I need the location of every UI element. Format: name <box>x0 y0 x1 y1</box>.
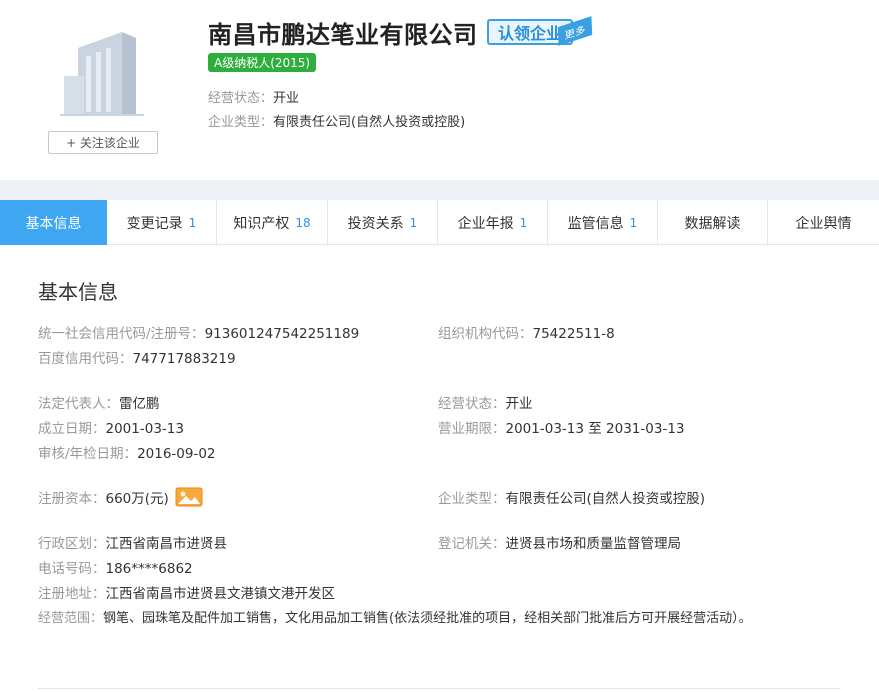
field-key: 经营范围： <box>38 611 104 626</box>
field-key: 百度信用代码： <box>38 351 133 367</box>
field-capital: 注册资本：660万(元) <box>38 487 203 509</box>
header-status-row: 经营状态：开业 <box>208 87 299 106</box>
field-value: 913601247542251189 <box>204 326 360 342</box>
field-value: 75422511-8 <box>532 326 615 342</box>
field-baidu-code: 百度信用代码：747717883219 <box>38 347 236 367</box>
field-address: 注册地址：江西省南昌市进贤县文港镇文港开发区 <box>38 582 335 602</box>
field-key: 注册资本： <box>38 491 106 507</box>
tab-regulatory[interactable]: 监管信息 1 <box>548 200 658 245</box>
header-status-value: 开业 <box>273 91 300 106</box>
field-value: 江西省南昌市进贤县 <box>105 536 228 552</box>
field-key: 企业类型： <box>438 491 506 507</box>
field-value: 进贤县市场和质量监督管理局 <box>505 536 682 552</box>
field-key: 电话号码： <box>38 561 106 577</box>
tab-label: 企业舆情 <box>795 215 852 232</box>
tab-count: 1 <box>188 215 197 230</box>
field-key: 登记机关： <box>438 536 506 552</box>
field-value: 钢笔、园珠笔及配件加工销售，文化用品加工销售(依法须经批准的项目，经相关部门批准… <box>103 611 752 626</box>
field-phone: 电话号码：186****6862 <box>38 557 193 577</box>
field-authority: 登记机关：进贤县市场和质量监督管理局 <box>438 532 681 552</box>
header-type-key: 企业类型： <box>208 115 274 130</box>
field-scope: 经营范围：钢笔、园珠笔及配件加工销售，文化用品加工销售(依法须经批准的项目，经相… <box>38 607 752 626</box>
field-key: 审核/年检日期： <box>38 446 138 462</box>
field-value: 有限责任公司(自然人投资或控股) <box>505 491 706 507</box>
field-value: 186****6862 <box>105 561 193 577</box>
tab-count: 1 <box>409 215 418 230</box>
field-value: 2001-03-13 <box>105 421 184 437</box>
header-type-value: 有限责任公司(自然人投资或控股) <box>273 115 466 130</box>
tab-label: 基本信息 <box>25 215 82 232</box>
image-icon[interactable] <box>175 487 203 507</box>
field-key: 营业期限： <box>438 421 506 437</box>
field-value: 开业 <box>505 396 533 412</box>
field-key: 经营状态： <box>438 396 506 412</box>
tab-label: 投资关系 <box>347 215 404 232</box>
tax-rating-badge: A级纳税人(2015) <box>208 53 317 72</box>
field-approved: 审核/年检日期：2016-09-02 <box>38 442 216 462</box>
field-founded: 成立日期：2001-03-13 <box>38 417 184 437</box>
company-logo-building-icon <box>60 24 144 116</box>
tab-label: 数据解读 <box>684 215 741 232</box>
tab-label: 企业年报 <box>457 215 514 232</box>
tab-public-opinion[interactable]: 企业舆情 <box>768 200 879 245</box>
field-key: 法定代表人： <box>38 396 119 412</box>
field-value: 660万(元) <box>105 491 169 507</box>
header-status-key: 经营状态： <box>208 91 274 106</box>
tab-annual-report[interactable]: 企业年报 1 <box>438 200 548 245</box>
header-type-row: 企业类型：有限责任公司(自然人投资或控股) <box>208 111 465 130</box>
tab-bar: 基本信息 变更记录 1 知识产权 18 投资关系 1 企业年报 1 监管信息 1 数据解读… <box>0 200 879 245</box>
field-value: 江西省南昌市进贤县文港镇文港开发区 <box>105 586 336 602</box>
follow-company-button[interactable]: + 关注该企业 <box>48 131 158 154</box>
field-key: 成立日期： <box>38 421 106 437</box>
field-value: 雷亿鹏 <box>119 396 160 412</box>
field-value: 2016-09-02 <box>137 446 216 462</box>
field-biz-status: 经营状态：开业 <box>438 392 533 412</box>
tab-data-analysis[interactable]: 数据解读 <box>658 200 768 245</box>
tab-label: 变更记录 <box>126 215 183 232</box>
field-org-code: 组织机构代码：75422511-8 <box>438 322 615 342</box>
claim-enterprise-badge[interactable]: 认领企业 更多 <box>487 16 595 47</box>
field-key: 统一社会信用代码/注册号： <box>38 326 205 342</box>
field-key: 注册地址： <box>38 586 106 602</box>
tab-change-records[interactable]: 变更记录 1 <box>107 200 217 245</box>
tab-intellectual-property[interactable]: 知识产权 18 <box>217 200 328 245</box>
field-credit-code: 统一社会信用代码/注册号：913601247542251189 <box>38 322 359 342</box>
separator-band <box>0 180 879 200</box>
tab-label: 知识产权 <box>233 215 290 232</box>
tab-count: 1 <box>629 215 638 230</box>
field-value: 747717883219 <box>132 351 236 367</box>
company-header: + 关注该企业 南昌市鹏达笔业有限公司 认领企业 更多 A级纳税人(2015) … <box>0 0 879 180</box>
bottom-divider <box>38 688 841 689</box>
company-name: 南昌市鹏达笔业有限公司 <box>208 21 478 49</box>
tab-investment[interactable]: 投资关系 1 <box>328 200 438 245</box>
tab-count: 18 <box>295 215 311 230</box>
tab-label: 监管信息 <box>567 215 624 232</box>
field-region: 行政区划：江西省南昌市进贤县 <box>38 532 227 552</box>
field-key: 行政区划： <box>38 536 106 552</box>
field-legal-rep: 法定代表人：雷亿鹏 <box>38 392 160 412</box>
field-ent-type: 企业类型：有限责任公司(自然人投资或控股) <box>438 487 705 507</box>
tab-basic-info[interactable]: 基本信息 <box>0 200 107 245</box>
field-term: 营业期限：2001-03-13 至 2031-03-13 <box>438 417 685 437</box>
section-title: 基本信息 <box>38 280 118 304</box>
field-value: 2001-03-13 至 2031-03-13 <box>505 421 685 437</box>
tab-count: 1 <box>519 215 528 230</box>
field-key: 组织机构代码： <box>438 326 533 342</box>
